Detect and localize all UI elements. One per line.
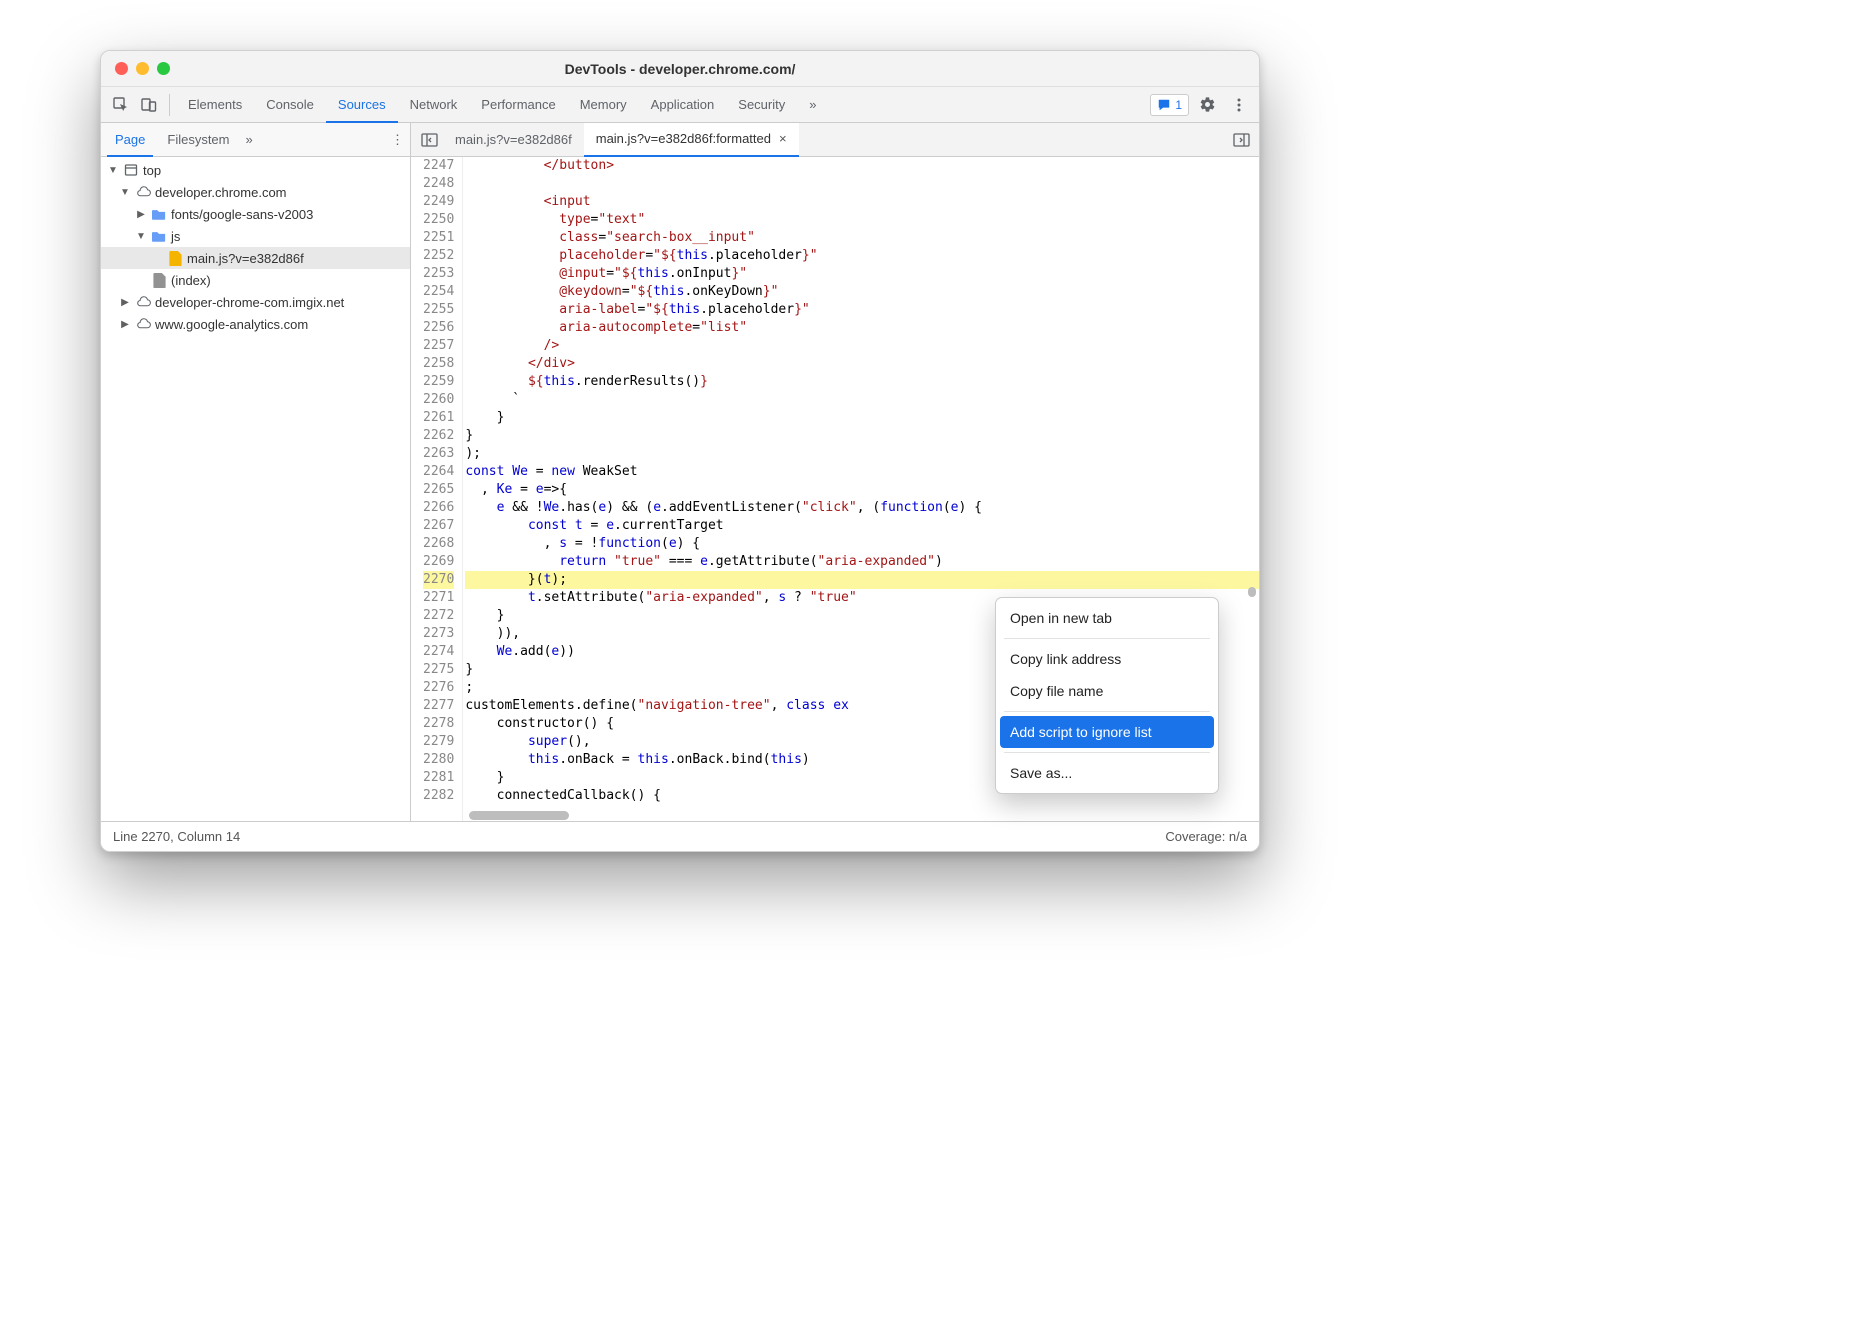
messages-count: 1 [1175,98,1182,112]
tab-elements[interactable]: Elements [176,87,254,123]
console-messages-badge[interactable]: 1 [1150,94,1189,116]
toggle-debugger-icon[interactable] [1227,126,1255,154]
navigator-tab-filesystem[interactable]: Filesystem [159,123,237,157]
file-tree: ▼ top ▼ developer.chrome.com [101,157,410,821]
vertical-scrollbar-thumb[interactable] [1248,587,1256,597]
editor-tab-formatted[interactable]: main.js?v=e382d86f:formatted × [584,123,799,157]
close-window-button[interactable] [115,62,128,75]
tab-sources[interactable]: Sources [326,87,398,123]
menu-save-as[interactable]: Save as... [996,757,1218,789]
settings-gear-icon[interactable] [1193,91,1221,119]
titlebar: DevTools - developer.chrome.com/ [101,51,1259,87]
menu-separator [1004,752,1210,753]
menu-open-new-tab[interactable]: Open in new tab [996,602,1218,634]
tree-label: www.google-analytics.com [155,317,308,332]
navigator-panel: Page Filesystem » ⋮ ▼ top ▼ [101,123,411,821]
frame-icon [123,162,139,178]
maximize-window-button[interactable] [157,62,170,75]
editor-tabs: main.js?v=e382d86f main.js?v=e382d86f:fo… [411,123,1259,157]
document-icon [151,272,167,288]
tree-label: main.js?v=e382d86f [187,251,304,266]
navigator-tabs: Page Filesystem » ⋮ [101,123,410,157]
tree-top[interactable]: ▼ top [101,159,410,181]
toggle-navigator-icon[interactable] [415,126,443,154]
tab-security[interactable]: Security [726,87,797,123]
navigator-tab-page[interactable]: Page [107,123,153,157]
tab-overflow[interactable]: » [797,87,828,123]
coverage-status: Coverage: n/a [1165,829,1247,844]
tree-host[interactable]: ▼ developer.chrome.com [101,181,410,203]
tree-label: developer-chrome-com.imgix.net [155,295,344,310]
menu-copy-file[interactable]: Copy file name [996,675,1218,707]
status-bar: Line 2270, Column 14 Coverage: n/a [101,821,1259,851]
cloud-icon [135,316,151,332]
folder-icon [151,228,167,244]
editor-tab-label: main.js?v=e382d86f [455,123,572,157]
cursor-position: Line 2270, Column 14 [113,829,240,844]
tab-application[interactable]: Application [639,87,727,123]
editor-tab-label: main.js?v=e382d86f:formatted [596,122,771,156]
close-tab-icon[interactable]: × [779,122,787,156]
menu-separator [1004,711,1210,712]
tab-network[interactable]: Network [398,87,470,123]
menu-ignore-list[interactable]: Add script to ignore list [1000,716,1214,748]
device-toolbar-icon[interactable] [135,91,163,119]
menu-copy-link[interactable]: Copy link address [996,643,1218,675]
devtools-window: DevTools - developer.chrome.com/ Element… [100,50,1260,852]
disclosure-triangle-icon[interactable]: ▶ [119,319,131,330]
editor-tab-mainjs[interactable]: main.js?v=e382d86f [443,123,584,157]
tree-label: (index) [171,273,211,288]
tab-performance[interactable]: Performance [469,87,567,123]
disclosure-triangle-icon[interactable]: ▶ [119,297,131,308]
disclosure-triangle-icon[interactable]: ▶ [135,209,147,220]
cloud-icon [135,294,151,310]
navigator-kebab-icon[interactable]: ⋮ [391,132,404,148]
tree-index[interactable]: (index) [101,269,410,291]
toolbar-divider [169,94,170,116]
window-title: DevTools - developer.chrome.com/ [101,61,1259,77]
tree-ga[interactable]: ▶ www.google-analytics.com [101,313,410,335]
tree-file-main[interactable]: main.js?v=e382d86f [101,247,410,269]
tree-imgix[interactable]: ▶ developer-chrome-com.imgix.net [101,291,410,313]
tree-label: fonts/google-sans-v2003 [171,207,313,222]
horizontal-scrollbar-thumb[interactable] [469,811,569,820]
navigator-overflow[interactable]: » [246,132,253,147]
traffic-lights [101,62,170,75]
disclosure-triangle-icon[interactable]: ▼ [135,231,147,242]
tree-label: js [171,229,180,244]
tree-label: top [143,163,161,178]
js-file-icon [167,250,183,266]
folder-icon [151,206,167,222]
tab-console[interactable]: Console [254,87,326,123]
tree-folder-fonts[interactable]: ▶ fonts/google-sans-v2003 [101,203,410,225]
tree-label: developer.chrome.com [155,185,287,200]
cloud-icon [135,184,151,200]
tab-memory[interactable]: Memory [568,87,639,123]
kebab-menu-icon[interactable] [1225,91,1253,119]
disclosure-triangle-icon[interactable]: ▼ [107,165,119,176]
main-toolbar: Elements Console Sources Network Perform… [101,87,1259,123]
disclosure-triangle-icon[interactable]: ▼ [119,187,131,198]
inspect-element-icon[interactable] [107,91,135,119]
menu-separator [1004,638,1210,639]
line-number-gutter: 2247224822492250225122522253225422552256… [411,157,463,821]
context-menu: Open in new tab Copy link address Copy f… [995,597,1219,794]
tree-folder-js[interactable]: ▼ js [101,225,410,247]
minimize-window-button[interactable] [136,62,149,75]
